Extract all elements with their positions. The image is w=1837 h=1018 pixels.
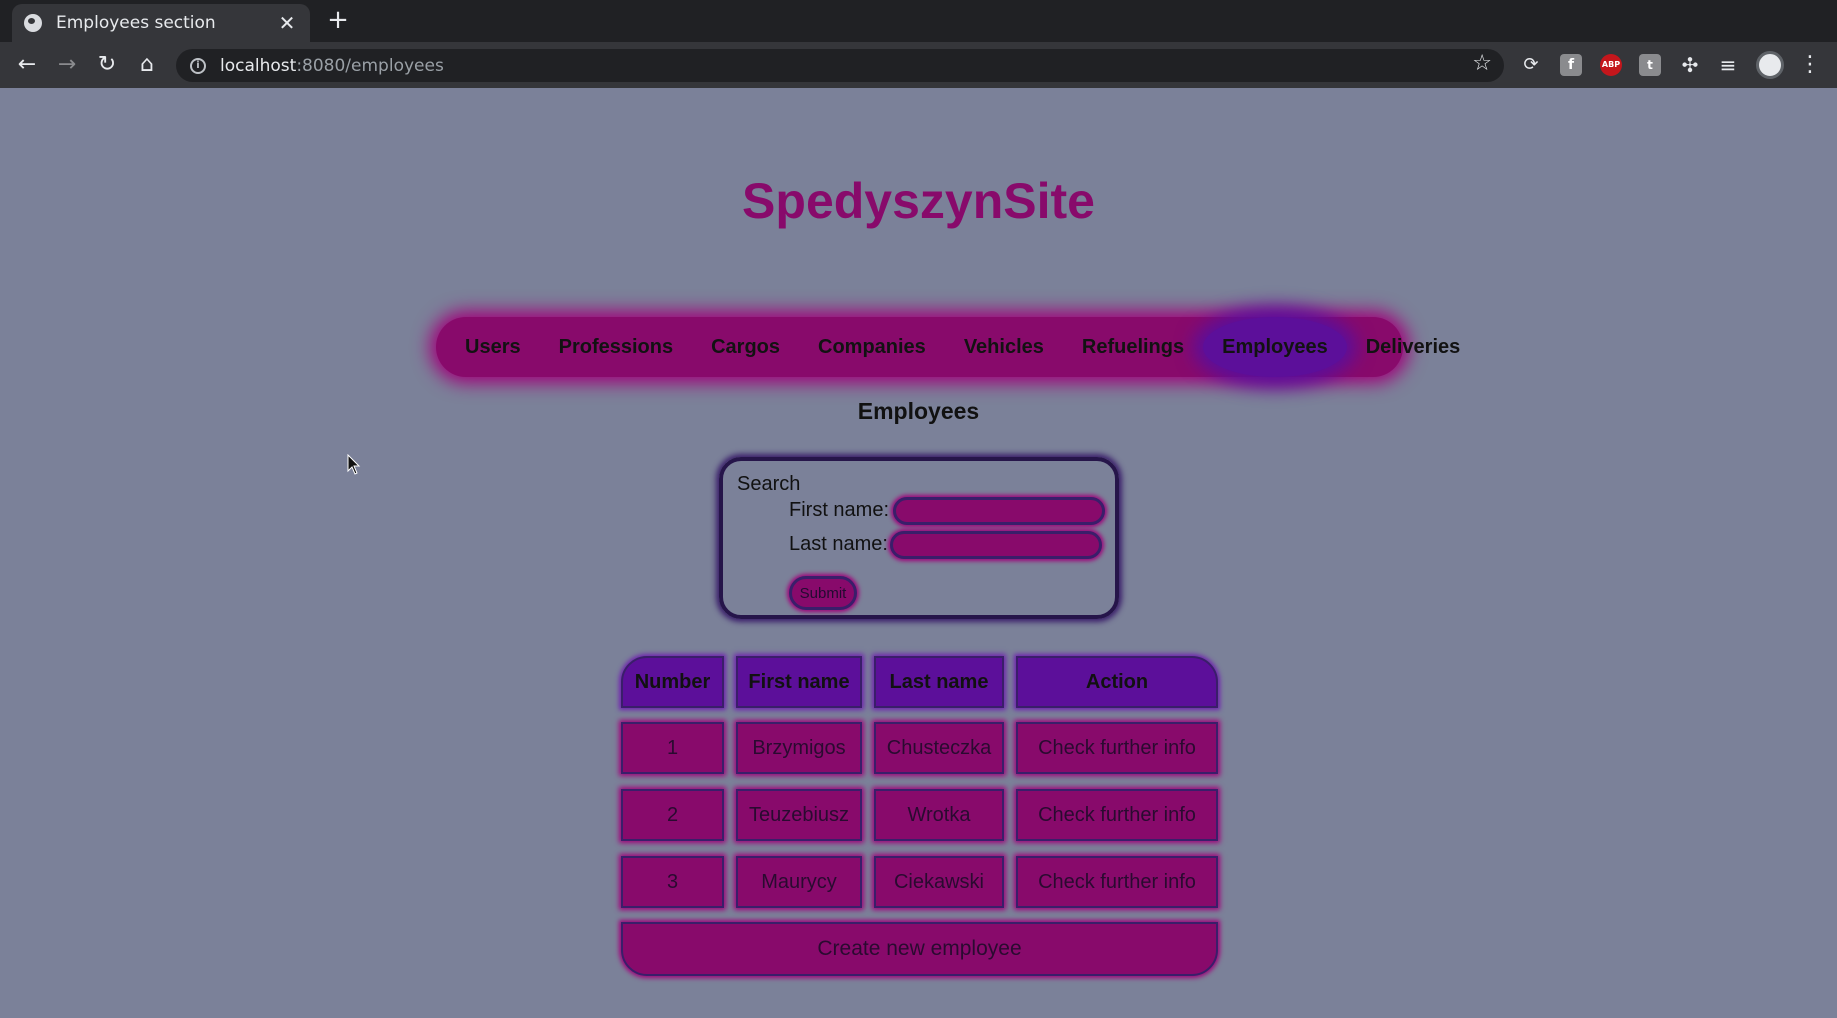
page-content: SpedyszynSite Users Professions Cargos C…: [0, 88, 1837, 1018]
first-name-label: First name:: [789, 499, 890, 521]
url-text: localhost:8080/employees: [220, 55, 444, 76]
close-tab-icon[interactable]: ✕: [276, 11, 298, 35]
nav-item-deliveries[interactable]: Deliveries: [1347, 317, 1480, 377]
browser-tab[interactable]: Employees section ✕: [12, 4, 310, 42]
cell-last-name: Chusteczka: [874, 722, 1004, 774]
more-menu-icon[interactable]: ⋮: [1795, 50, 1825, 80]
search-legend: Search: [737, 473, 801, 495]
bookmark-star-icon[interactable]: ☆: [1472, 51, 1492, 76]
globe-icon: [24, 14, 42, 32]
cell-number: 1: [621, 722, 724, 774]
translate-extension-icon[interactable]: t: [1639, 54, 1661, 76]
section-title: Employees: [857, 398, 980, 424]
header-first-name: First name: [736, 656, 862, 708]
cell-first-name: Brzymigos: [736, 722, 862, 774]
nav-item-companies[interactable]: Companies: [799, 317, 945, 377]
mouse-cursor-icon: [347, 454, 361, 475]
sync-extension-icon[interactable]: ⟳: [1516, 50, 1546, 80]
cell-last-name: Ciekawski: [874, 856, 1004, 908]
new-tab-button[interactable]: +: [324, 6, 352, 34]
nav-item-professions[interactable]: Professions: [540, 317, 692, 377]
header-action: Action: [1016, 656, 1218, 708]
back-arrow-icon[interactable]: ←: [12, 50, 42, 80]
first-name-input[interactable]: [893, 497, 1105, 525]
forward-arrow-icon[interactable]: →: [52, 50, 82, 80]
nav-item-refuelings[interactable]: Refuelings: [1063, 317, 1203, 377]
extensions-puzzle-icon[interactable]: ✣: [1675, 50, 1705, 80]
facebook-extension-icon[interactable]: f: [1560, 54, 1582, 76]
home-icon[interactable]: ⌂: [132, 50, 162, 80]
cell-last-name: Wrotka: [874, 789, 1004, 841]
cell-first-name: Teuzebiusz: [736, 789, 862, 841]
nav-item-users[interactable]: Users: [446, 317, 540, 377]
tab-title: Employees section: [56, 13, 216, 33]
submit-button[interactable]: Submit: [789, 576, 857, 610]
media-queue-icon[interactable]: ≡: [1713, 50, 1743, 80]
site-title: SpedyszynSite: [742, 173, 1095, 229]
adblock-extension-icon[interactable]: ABP: [1600, 54, 1622, 76]
create-new-employee-button[interactable]: Create new employee: [621, 922, 1218, 976]
cell-number: 2: [621, 789, 724, 841]
check-further-info-button[interactable]: Check further info: [1016, 856, 1218, 908]
header-number: Number: [621, 656, 724, 708]
profile-avatar[interactable]: [1756, 51, 1784, 79]
header-last-name: Last name: [874, 656, 1004, 708]
check-further-info-button[interactable]: Check further info: [1016, 722, 1218, 774]
nav-item-employees[interactable]: Employees: [1203, 317, 1347, 377]
last-name-label: Last name:: [789, 533, 888, 555]
last-name-input[interactable]: [890, 531, 1102, 559]
browser-tab-bar: Employees section ✕ +: [0, 0, 1837, 42]
cell-first-name: Maurycy: [736, 856, 862, 908]
main-nav: Users Professions Cargos Companies Vehic…: [436, 317, 1460, 377]
nav-item-vehicles[interactable]: Vehicles: [945, 317, 1063, 377]
search-form: Search First name: Last name: Submit: [719, 457, 1119, 619]
info-icon[interactable]: i: [190, 57, 206, 74]
cell-number: 3: [621, 856, 724, 908]
reload-icon[interactable]: ↻: [92, 50, 122, 80]
browser-toolbar: ← → ↻ ⌂ i localhost:8080/employees ☆ ⟳ f…: [0, 42, 1837, 88]
nav-item-cargos[interactable]: Cargos: [692, 317, 799, 377]
check-further-info-button[interactable]: Check further info: [1016, 789, 1218, 841]
address-bar[interactable]: i localhost:8080/employees ☆: [176, 49, 1504, 82]
